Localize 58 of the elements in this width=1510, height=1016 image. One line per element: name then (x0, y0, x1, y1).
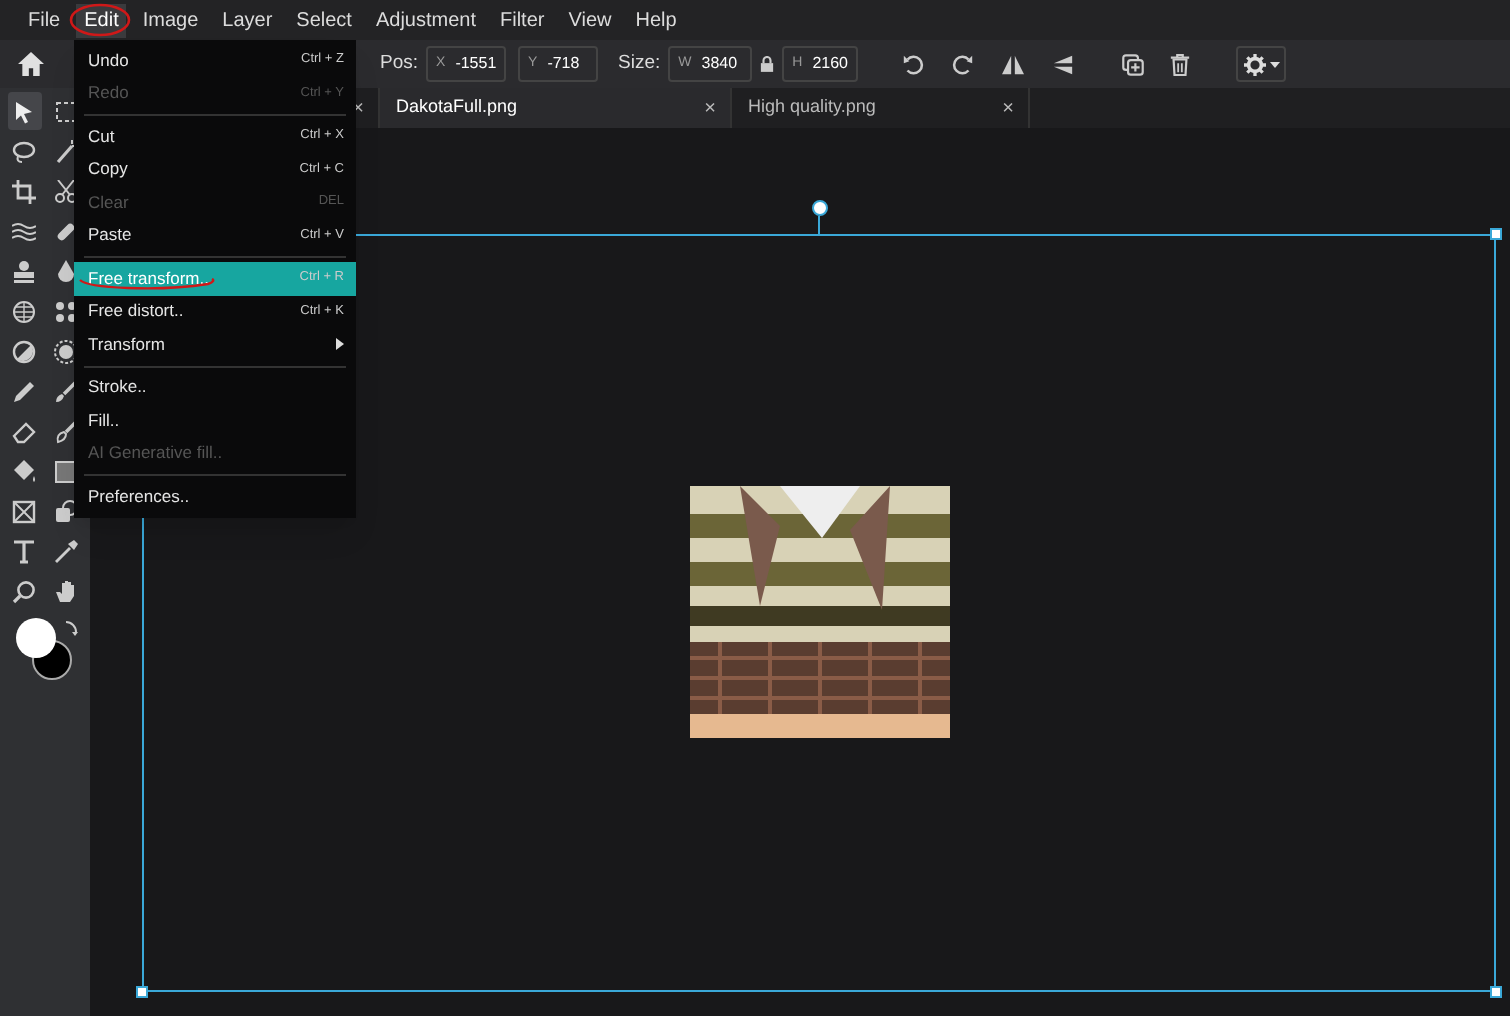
menu-item[interactable]: File (20, 3, 69, 37)
arrow-icon[interactable] (12, 99, 36, 123)
resize-handle[interactable] (1490, 986, 1502, 998)
crop-icon[interactable] (12, 179, 36, 203)
menu-item[interactable]: Help (627, 3, 685, 37)
menu-item[interactable]: Preferences.. (74, 480, 356, 513)
bucket-icon[interactable] (12, 459, 36, 483)
wand-icon[interactable] (54, 139, 78, 163)
gradient-icon[interactable] (54, 459, 78, 483)
globe-icon[interactable] (12, 299, 36, 323)
menu-item[interactable]: Select (288, 3, 360, 37)
menu-item[interactable]: Stroke.. (74, 371, 356, 404)
hand-icon[interactable] (54, 579, 78, 603)
document-tab[interactable]: DakotaFull.png × (380, 88, 732, 128)
flip-horizontal-icon[interactable] (1002, 53, 1025, 75)
menu-item[interactable]: Layer (214, 3, 281, 37)
waves-icon[interactable] (12, 219, 36, 243)
frame-icon[interactable] (12, 499, 36, 523)
eraser-icon[interactable] (12, 419, 36, 443)
menu-item[interactable]: Adjustment (367, 3, 484, 37)
submenu-arrow-icon (336, 338, 344, 351)
menu-item[interactable]: Fill.. (74, 404, 356, 437)
annotation-circle (68, 2, 132, 38)
close-icon[interactable]: × (1002, 93, 1014, 123)
lasso-icon[interactable] (12, 139, 36, 163)
duplicate-icon[interactable] (1122, 53, 1145, 75)
eyedropper-icon[interactable] (54, 539, 78, 563)
menu-item[interactable]: Image (134, 3, 207, 37)
caret-icon (1269, 61, 1280, 67)
rotate-handle[interactable] (812, 200, 828, 216)
pencil-icon[interactable] (12, 379, 36, 403)
half-circle-icon[interactable] (12, 339, 36, 363)
size-label: Size: (618, 49, 661, 78)
menu-item[interactable]: View (560, 3, 620, 37)
trash-icon[interactable] (1170, 53, 1191, 75)
dashed-square-icon[interactable] (54, 99, 78, 123)
sun-icon[interactable] (54, 339, 78, 363)
resize-handle[interactable] (136, 986, 148, 998)
scissors-icon[interactable] (54, 179, 78, 203)
magnifier-icon[interactable] (12, 579, 36, 603)
rotate-left-icon[interactable] (902, 53, 925, 75)
swap-icon[interactable] (63, 620, 77, 636)
position-label: Pos: (380, 49, 419, 78)
menu-item[interactable]: Filter (492, 3, 553, 37)
settings-button[interactable] (1236, 46, 1287, 82)
flip-vertical-icon[interactable] (1052, 53, 1075, 75)
text-icon[interactable] (12, 539, 36, 563)
rotate-right-icon[interactable] (952, 53, 975, 75)
stamp-icon[interactable] (12, 259, 36, 283)
home-icon[interactable] (18, 52, 44, 76)
drop-icon[interactable] (54, 259, 78, 283)
lock-icon[interactable] (760, 56, 775, 72)
foreground-color-swatch[interactable] (15, 618, 55, 658)
resize-handle[interactable] (1490, 228, 1502, 240)
gear-icon (1243, 53, 1266, 75)
dots-icon[interactable] (54, 299, 78, 323)
close-icon[interactable]: × (704, 93, 716, 123)
menu-item[interactable]: Transform (74, 328, 356, 361)
